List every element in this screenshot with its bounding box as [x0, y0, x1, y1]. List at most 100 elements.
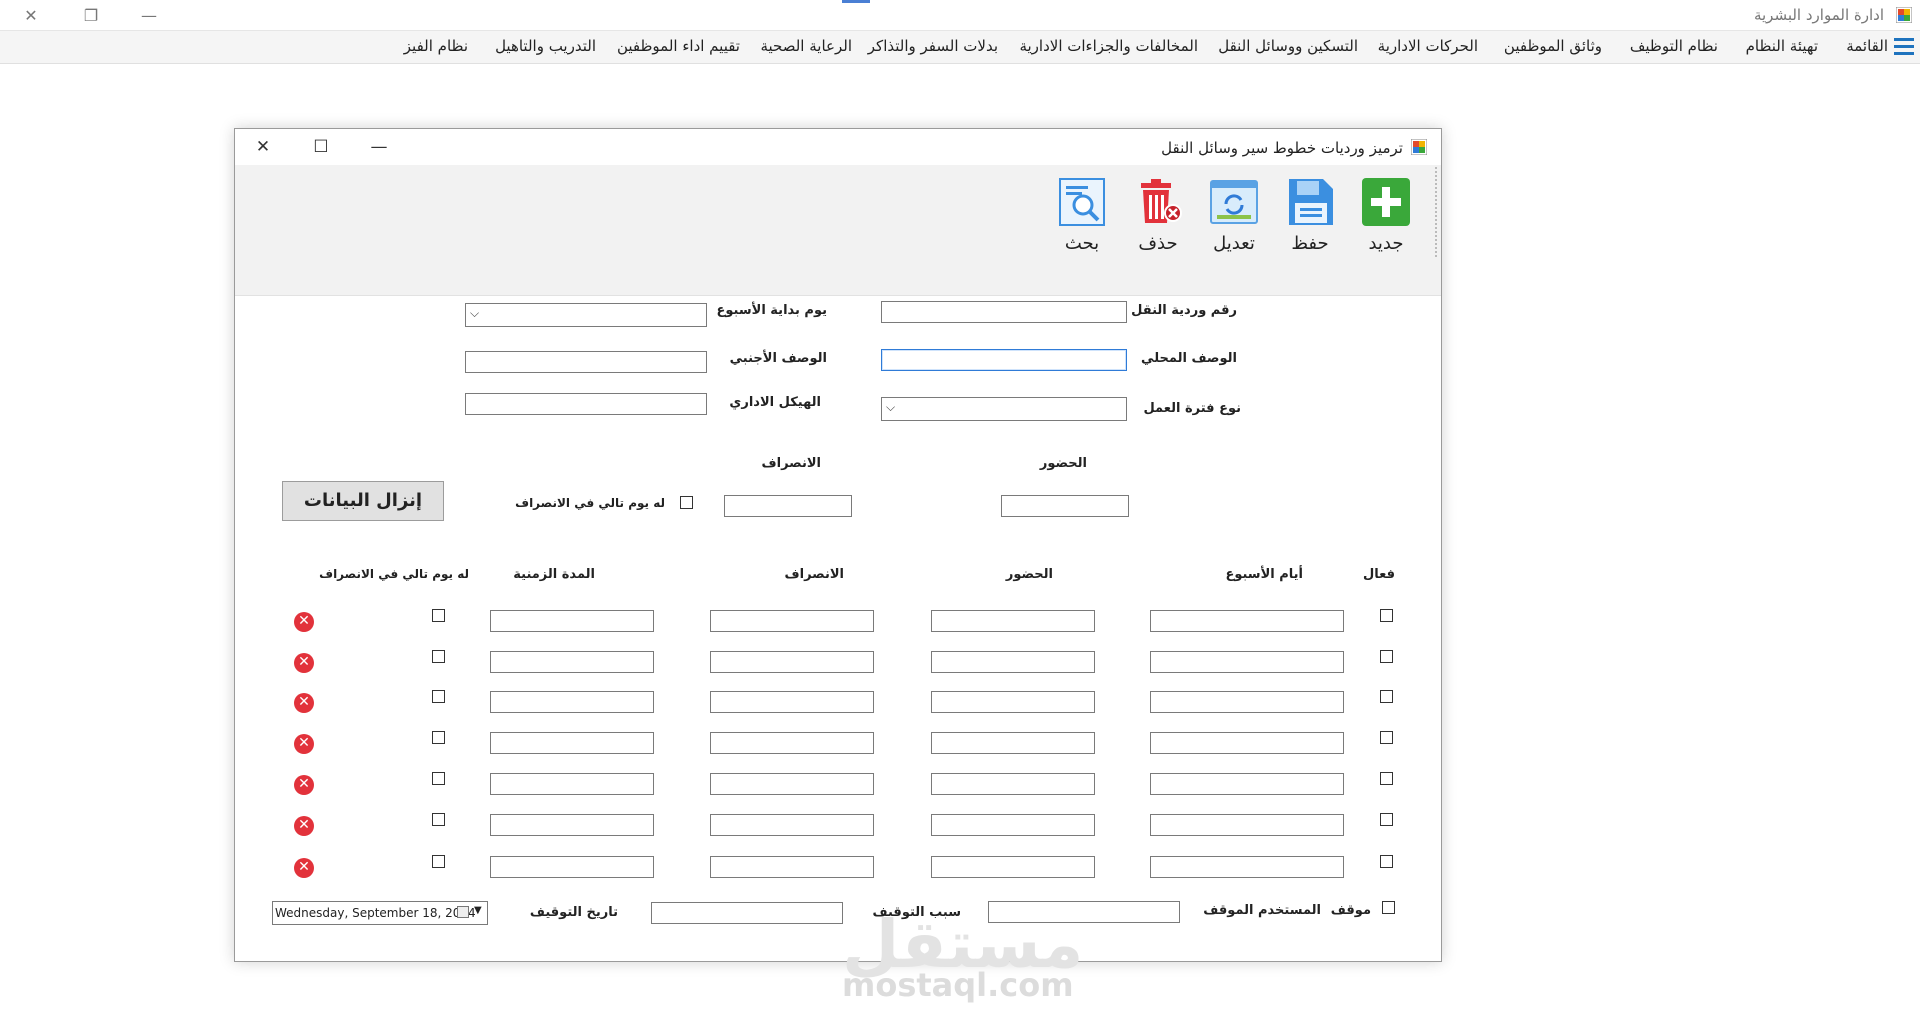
row-next-day-checkbox[interactable] [432, 690, 445, 703]
row-active-checkbox[interactable] [1380, 650, 1393, 663]
row-attendance-input[interactable] [931, 651, 1095, 673]
stop-date-label: تاريخ التوقيف [529, 905, 618, 920]
row-departure-input[interactable] [710, 651, 874, 673]
row-delete-icon[interactable]: ✕ [294, 775, 314, 795]
new-button[interactable]: جديد [1355, 171, 1417, 271]
menu-item-employee-docs[interactable]: وثائق الموظفين [1504, 37, 1602, 55]
app-close-icon[interactable]: ✕ [8, 0, 54, 30]
row-departure-input[interactable] [710, 773, 874, 795]
row-duration-input[interactable] [490, 732, 654, 754]
dialog-close-icon[interactable]: ✕ [243, 132, 283, 162]
plus-icon [1362, 178, 1410, 226]
dialog-logo-icon [1411, 139, 1427, 155]
row-delete-icon[interactable]: ✕ [294, 858, 314, 878]
attendance-input[interactable] [1001, 495, 1129, 517]
admin-structure-input[interactable] [465, 393, 707, 415]
app-restore-icon[interactable]: ❐ [68, 0, 114, 30]
row-duration-input[interactable] [490, 773, 654, 795]
row-duration-input[interactable] [490, 691, 654, 713]
menu-item-housing-transport[interactable]: التسكين ووسائل النقل [1218, 37, 1358, 55]
row-departure-input[interactable] [710, 691, 874, 713]
dialog-maximize-icon[interactable]: ☐ [301, 132, 341, 162]
next-day-checkbox[interactable] [680, 496, 693, 509]
row-weekday-input[interactable] [1150, 651, 1344, 673]
row-active-checkbox[interactable] [1380, 609, 1393, 622]
menu-item-list[interactable]: القائمة [1846, 37, 1888, 55]
attendance-label: الحضور [1039, 456, 1087, 471]
row-delete-icon[interactable]: ✕ [294, 693, 314, 713]
chevron-down-icon: ▼ [474, 905, 482, 916]
row-delete-icon[interactable]: ✕ [294, 734, 314, 754]
row-next-day-checkbox[interactable] [432, 855, 445, 868]
row-weekday-input[interactable] [1150, 856, 1344, 878]
row-duration-input[interactable] [490, 856, 654, 878]
edit-button[interactable]: تعديل [1203, 171, 1265, 271]
week-start-select[interactable]: ⌵ [465, 303, 707, 327]
row-attendance-input[interactable] [931, 814, 1095, 836]
work-period-type-select[interactable]: ⌵ [881, 397, 1127, 421]
edit-label: تعديل [1213, 233, 1255, 254]
stop-date-picker[interactable]: Wednesday, September 18, 2024 ▼ [272, 901, 488, 925]
menu-item-admin-moves[interactable]: الحركات الادارية [1378, 37, 1478, 55]
menu-item-visa[interactable]: نظام الفيز [404, 37, 468, 55]
row-duration-input[interactable] [490, 651, 654, 673]
row-attendance-input[interactable] [931, 610, 1095, 632]
local-desc-label: الوصف المحلي [1141, 351, 1237, 366]
row-active-checkbox[interactable] [1380, 813, 1393, 826]
row-attendance-input[interactable] [931, 732, 1095, 754]
delete-button[interactable]: حذف [1127, 171, 1189, 271]
stopped-checkbox[interactable] [1382, 901, 1395, 914]
row-next-day-checkbox[interactable] [432, 813, 445, 826]
stop-reason-input[interactable] [651, 902, 843, 924]
row-weekday-input[interactable] [1150, 732, 1344, 754]
row-active-checkbox[interactable] [1380, 772, 1393, 785]
floppy-disk-icon [1289, 179, 1333, 225]
row-next-day-checkbox[interactable] [432, 650, 445, 663]
row-duration-input[interactable] [490, 610, 654, 632]
shift-no-input[interactable] [881, 301, 1127, 323]
menu-item-performance[interactable]: تقييم اداء الموظفين [617, 37, 740, 55]
menu-item-violations[interactable]: المخالفات والجزاءات الادارية [1019, 37, 1198, 55]
menu-item-system-setup[interactable]: تهيئة النظام [1746, 37, 1818, 55]
row-next-day-checkbox[interactable] [432, 731, 445, 744]
save-button[interactable]: حفظ [1279, 171, 1341, 271]
row-delete-icon[interactable]: ✕ [294, 653, 314, 673]
app-minimize-icon[interactable]: — [126, 0, 172, 30]
row-departure-input[interactable] [710, 856, 874, 878]
row-weekday-input[interactable] [1150, 691, 1344, 713]
menu-item-recruitment[interactable]: نظام التوظيف [1630, 37, 1718, 55]
row-next-day-checkbox[interactable] [432, 772, 445, 785]
menu-item-travel-allowances[interactable]: بدلات السفر والتذاكر [868, 37, 998, 55]
row-weekday-input[interactable] [1150, 814, 1344, 836]
row-active-checkbox[interactable] [1380, 731, 1393, 744]
row-active-checkbox[interactable] [1380, 855, 1393, 868]
menu-item-healthcare[interactable]: الرعاية الصحية [760, 37, 852, 55]
new-label: جديد [1368, 233, 1404, 254]
dialog-minimize-icon[interactable]: — [359, 132, 399, 162]
row-delete-icon[interactable]: ✕ [294, 612, 314, 632]
row-departure-input[interactable] [710, 732, 874, 754]
foreign-desc-input[interactable] [465, 351, 707, 373]
departure-input[interactable] [724, 495, 852, 517]
row-weekday-input[interactable] [1150, 610, 1344, 632]
row-departure-input[interactable] [710, 610, 874, 632]
search-button[interactable]: بحث [1051, 171, 1113, 271]
local-desc-input[interactable] [881, 349, 1127, 371]
row-next-day-checkbox[interactable] [432, 609, 445, 622]
grid-header-active: فعال [1362, 567, 1395, 582]
download-data-button[interactable]: إنزال البيانات [282, 481, 444, 521]
row-attendance-input[interactable] [931, 856, 1095, 878]
departure-label: الانصراف [761, 456, 821, 471]
calendar-icon [457, 906, 469, 918]
menu-item-training[interactable]: التدريب والتاهيل [495, 37, 596, 55]
hamburger-menu-icon[interactable] [1894, 38, 1914, 56]
row-delete-icon[interactable]: ✕ [294, 816, 314, 836]
shift-no-label: رقم وردية النقل [1131, 303, 1237, 318]
row-attendance-input[interactable] [931, 691, 1095, 713]
row-active-checkbox[interactable] [1380, 690, 1393, 703]
row-duration-input[interactable] [490, 814, 654, 836]
active-tab-indicator [842, 0, 870, 3]
row-departure-input[interactable] [710, 814, 874, 836]
row-attendance-input[interactable] [931, 773, 1095, 795]
row-weekday-input[interactable] [1150, 773, 1344, 795]
